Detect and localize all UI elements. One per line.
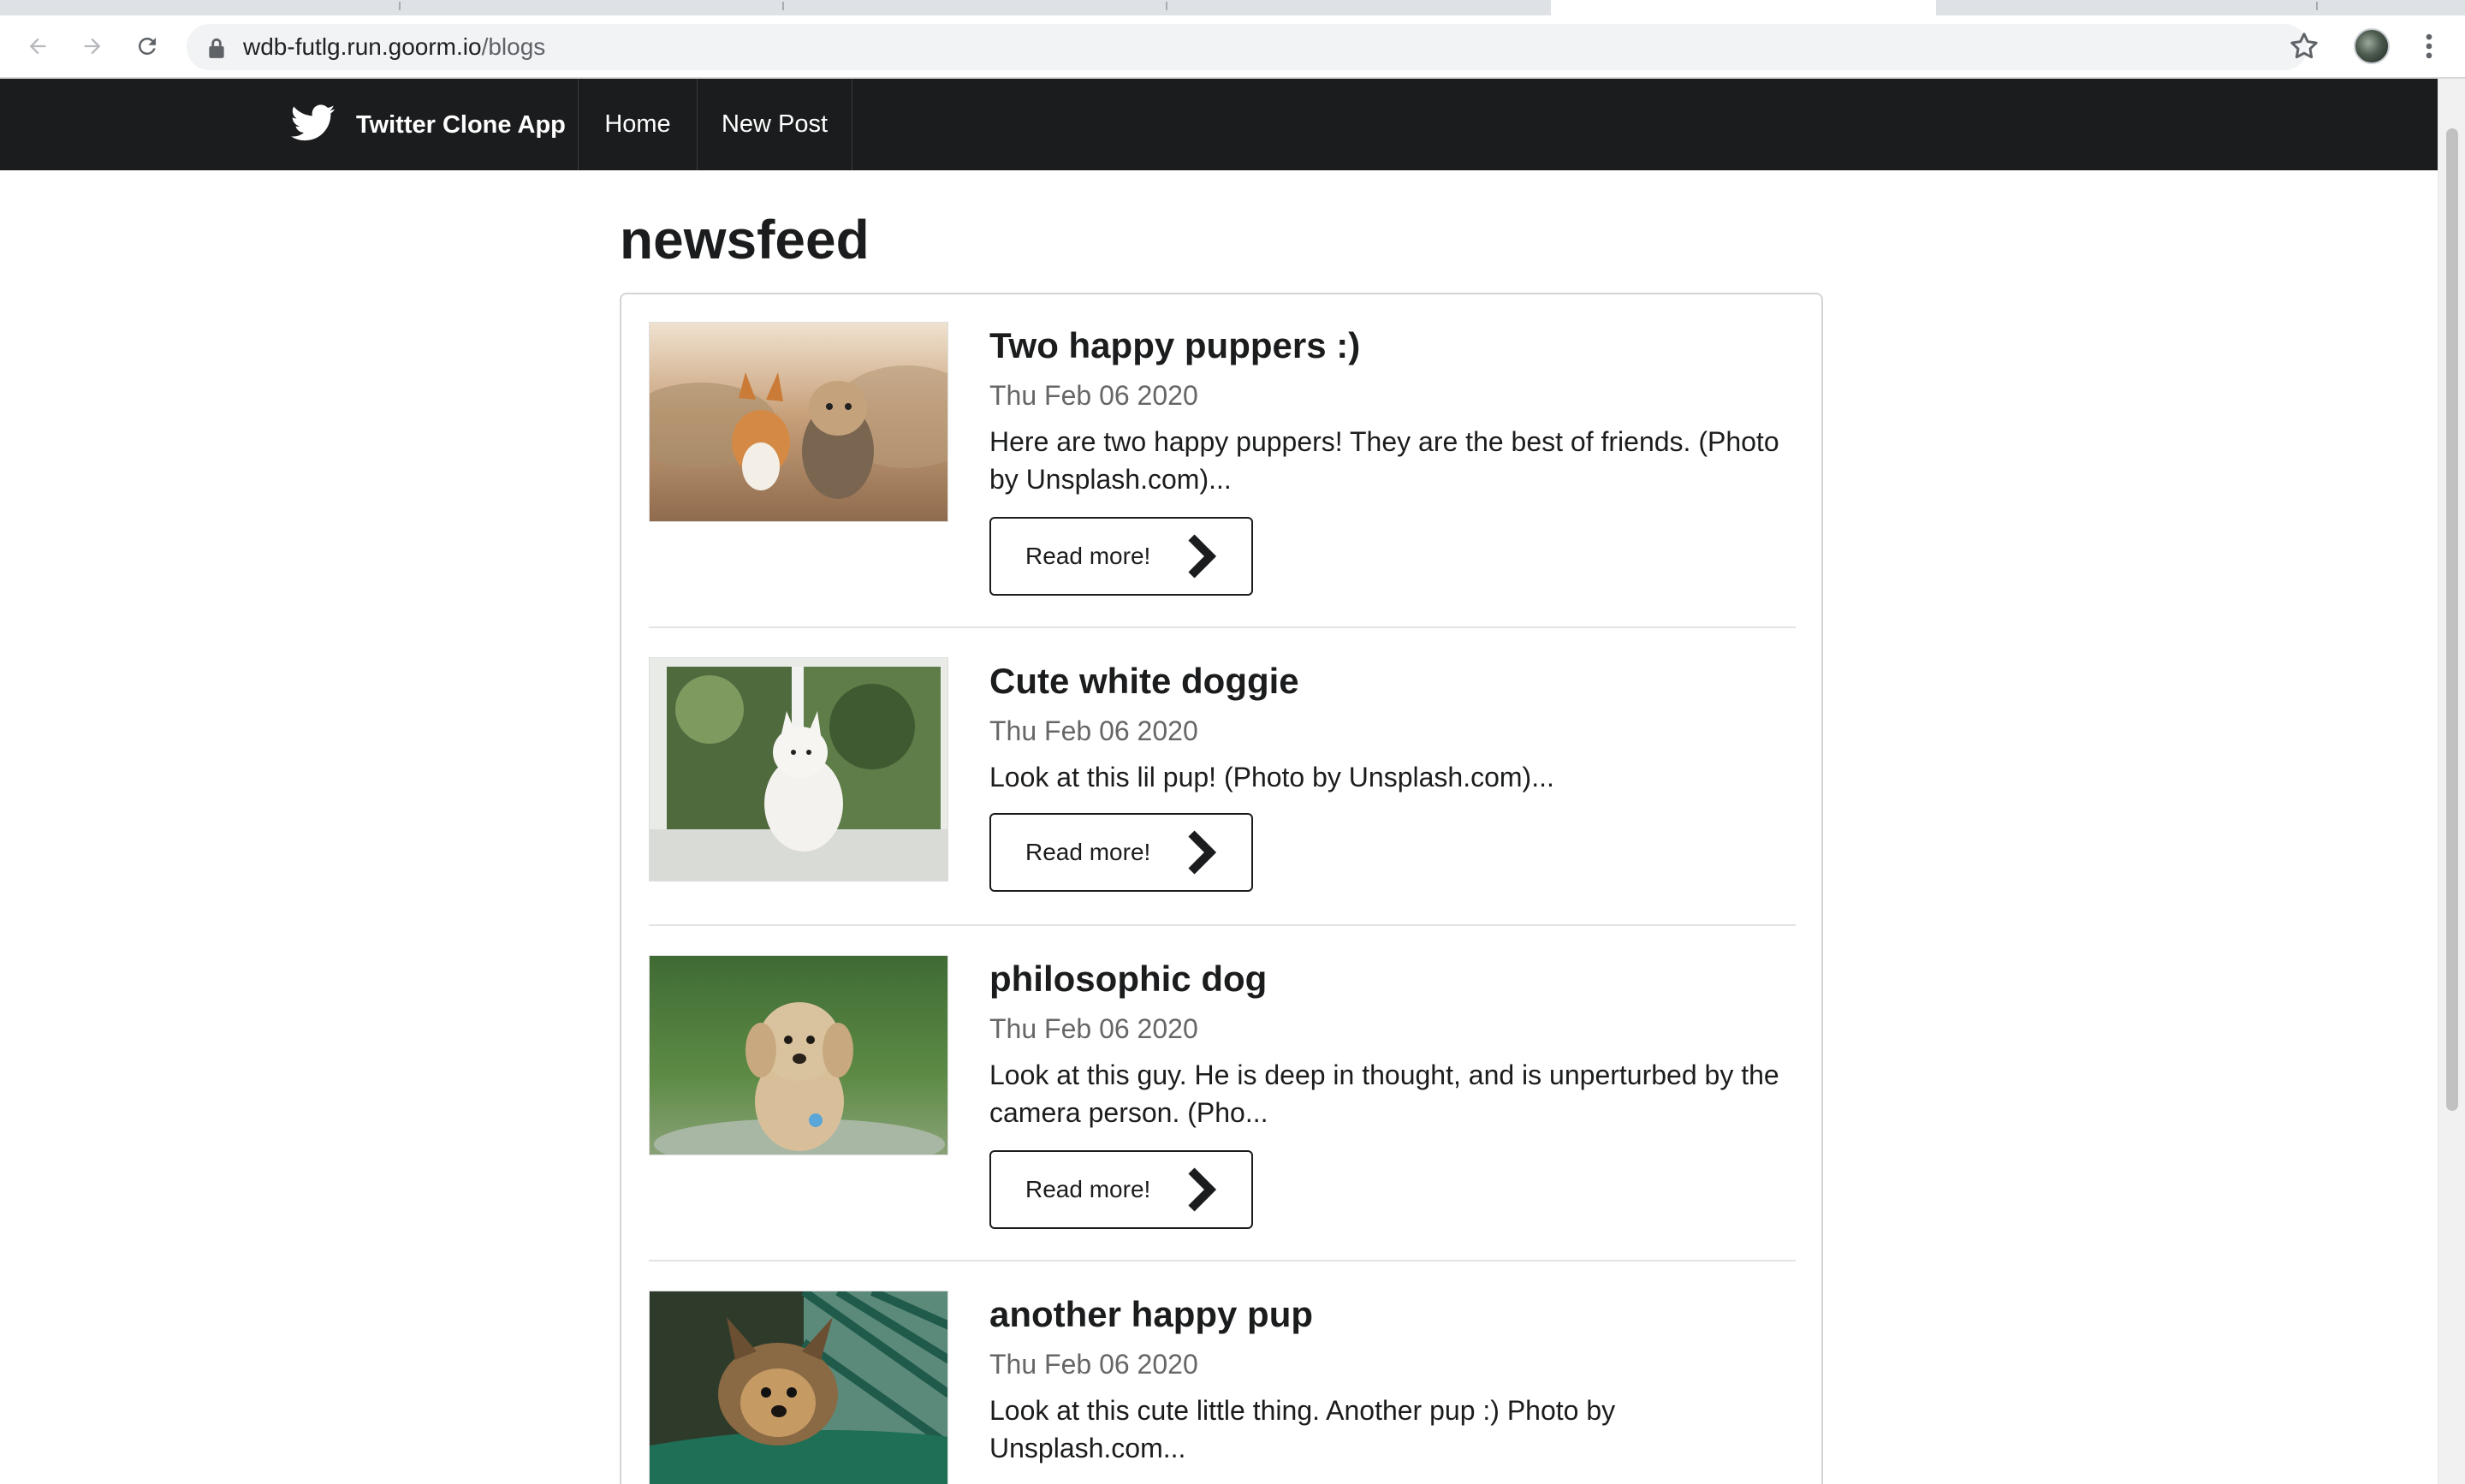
post-item: philosophic dog Thu Feb 06 2020 Look at …: [649, 955, 1796, 1255]
back-button[interactable]: [21, 29, 55, 63]
post-title[interactable]: another happy pup: [989, 1291, 1313, 1339]
tab-separator: [2316, 2, 2318, 10]
reload-button[interactable]: [130, 29, 164, 63]
star-icon: [2290, 33, 2318, 59]
read-more-button[interactable]: Read more!: [989, 1150, 1253, 1229]
post-title[interactable]: Two happy puppers :): [989, 322, 1360, 370]
twitter-bird-icon: [291, 104, 336, 141]
post-excerpt: Look at this lil pup! (Photo by Unsplash…: [989, 762, 1554, 792]
post-date: Thu Feb 06 2020: [989, 380, 1198, 411]
bookmark-star-button[interactable]: [2287, 29, 2321, 63]
nav-new-post-link[interactable]: New Post: [698, 79, 852, 170]
read-more-label: Read more!: [1025, 543, 1151, 569]
post-date: Thu Feb 06 2020: [989, 715, 1198, 746]
read-more-label: Read more!: [1025, 839, 1151, 865]
forward-button[interactable]: [75, 29, 110, 63]
page-viewport: Twitter Clone App Home New Post newsfeed: [0, 79, 2438, 1484]
top-navbar: Twitter Clone App Home New Post: [0, 79, 2438, 170]
thumbnail-image: [650, 658, 947, 881]
tab-strip: [0, 0, 2465, 15]
post-thumbnail-yorkie-hammock[interactable]: [649, 1291, 948, 1484]
thumbnail-image: [650, 323, 947, 521]
profile-avatar[interactable]: [2354, 28, 2390, 64]
chevron-right-icon: [1188, 830, 1217, 875]
arrow-right-icon: [84, 38, 101, 55]
tab-separator: [782, 2, 784, 10]
post-thumbnail-white-terrier[interactable]: [649, 657, 948, 881]
post-thumbnail-curly-dog[interactable]: [649, 955, 948, 1155]
newsfeed-list: Two happy puppers :) Thu Feb 06 2020 Her…: [620, 293, 1823, 1484]
post-excerpt: Look at this guy. He is deep in thought,…: [989, 1060, 1779, 1128]
active-tab[interactable]: [1551, 0, 1936, 15]
nav-home-link[interactable]: Home: [579, 79, 698, 170]
chevron-right-icon: [1188, 534, 1217, 579]
brand-name: Twitter Clone App: [356, 111, 566, 139]
reload-icon: [138, 37, 156, 55]
post-thumbnail-corgi-and-yorkie[interactable]: [649, 322, 948, 522]
url-text[interactable]: wdb-futlg.run.goorm.io/blogs: [243, 31, 545, 63]
read-more-button[interactable]: Read more!: [989, 813, 1253, 892]
post-title[interactable]: philosophic dog: [989, 955, 1267, 1003]
post-date: Thu Feb 06 2020: [989, 1349, 1198, 1380]
post-excerpt: Look at this cute little thing. Another …: [989, 1395, 1616, 1463]
scrollbar-thumb[interactable]: [2446, 128, 2458, 1111]
post-item: Two happy puppers :) Thu Feb 06 2020 Her…: [649, 322, 1796, 613]
read-more-button[interactable]: Read more!: [989, 517, 1253, 596]
post-item: another happy pup Thu Feb 06 2020 Look a…: [649, 1291, 1796, 1484]
url-path: /blogs: [481, 33, 546, 60]
page-title: newsfeed: [620, 209, 870, 270]
post-divider: [649, 626, 1796, 628]
lock-icon: [205, 36, 228, 60]
post-excerpt: Here are two happy puppers! They are the…: [989, 426, 1779, 495]
post-date: Thu Feb 06 2020: [989, 1013, 1198, 1044]
brand-link[interactable]: Twitter Clone App: [264, 79, 579, 170]
post-divider: [649, 1260, 1796, 1261]
browser-menu-button[interactable]: [2412, 29, 2446, 63]
post-divider: [649, 924, 1796, 926]
tab-separator: [399, 2, 401, 10]
chevron-right-icon: [1188, 1167, 1217, 1212]
read-more-label: Read more!: [1025, 1176, 1151, 1202]
thumbnail-image: [650, 956, 947, 1155]
post-title[interactable]: Cute white doggie: [989, 657, 1299, 705]
post-item: Cute white doggie Thu Feb 06 2020 Look a…: [649, 657, 1796, 914]
tab-separator: [1166, 2, 1167, 10]
arrow-left-icon: [29, 38, 46, 55]
url-host: wdb-futlg.run.goorm.io: [243, 33, 482, 60]
kebab-menu-icon: [2426, 33, 2432, 59]
thumbnail-image: [650, 1291, 947, 1484]
